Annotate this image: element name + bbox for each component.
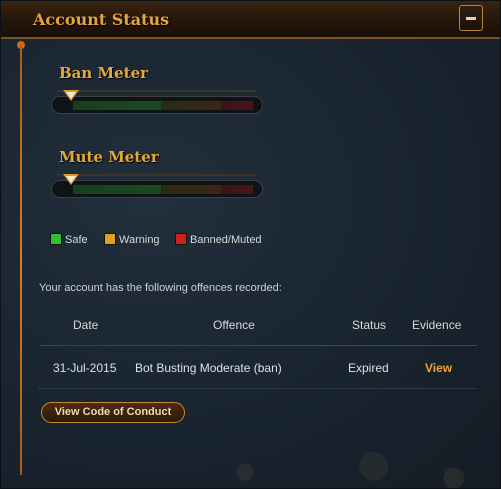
ban-meter-title: Ban Meter xyxy=(59,64,149,82)
column-header-date: Date xyxy=(73,318,99,332)
meter-pointer-inner xyxy=(66,92,76,99)
meter-warning-zone xyxy=(161,185,221,194)
offence-name: Bot Busting Moderate (ban) xyxy=(135,361,282,375)
offence-status: Expired xyxy=(348,361,389,375)
legend-item-banned-muted: Banned/Muted xyxy=(175,233,262,246)
panel-title: Account Status xyxy=(33,10,170,29)
banned-swatch-icon xyxy=(175,233,187,245)
meter-banned-zone xyxy=(221,101,253,110)
meter-pointer-inner xyxy=(66,176,76,183)
column-header-evidence: Evidence xyxy=(412,318,462,332)
mute-meter xyxy=(51,174,263,198)
minus-icon xyxy=(466,17,476,20)
decorative-texture xyxy=(181,431,500,488)
panel-header: Account Status xyxy=(1,1,500,39)
ban-meter xyxy=(51,90,263,114)
meter-safe-zone xyxy=(73,101,161,110)
meter-line xyxy=(57,90,257,92)
view-code-of-conduct-button[interactable]: View Code of Conduct xyxy=(41,402,185,423)
table-row-divider xyxy=(39,388,477,390)
column-header-status: Status xyxy=(352,318,387,332)
safe-swatch-icon xyxy=(50,233,62,245)
legend-label: Banned/Muted xyxy=(190,234,262,246)
mute-meter-title: Mute Meter xyxy=(59,148,159,166)
warning-swatch-icon xyxy=(104,233,116,245)
view-evidence-link[interactable]: View xyxy=(425,361,452,375)
legend-item-warning: Warning xyxy=(104,233,160,246)
meter-safe-zone xyxy=(73,185,161,194)
decorative-rail xyxy=(20,45,22,475)
meter-warning-zone xyxy=(161,101,221,110)
legend-label: Warning xyxy=(119,234,160,246)
offence-date: 31-Jul-2015 xyxy=(53,361,117,375)
legend-item-safe: Safe xyxy=(50,233,88,246)
table-header-divider xyxy=(39,345,477,346)
meter-line xyxy=(57,174,257,176)
account-status-panel: Account Status Ban Meter Mute Meter Safe… xyxy=(0,0,501,489)
column-header-offence: Offence xyxy=(213,318,255,332)
collapse-button[interactable] xyxy=(459,5,483,31)
legend-label: Safe xyxy=(65,234,88,246)
offences-notice: Your account has the following offences … xyxy=(39,282,282,294)
meter-banned-zone xyxy=(221,185,253,194)
